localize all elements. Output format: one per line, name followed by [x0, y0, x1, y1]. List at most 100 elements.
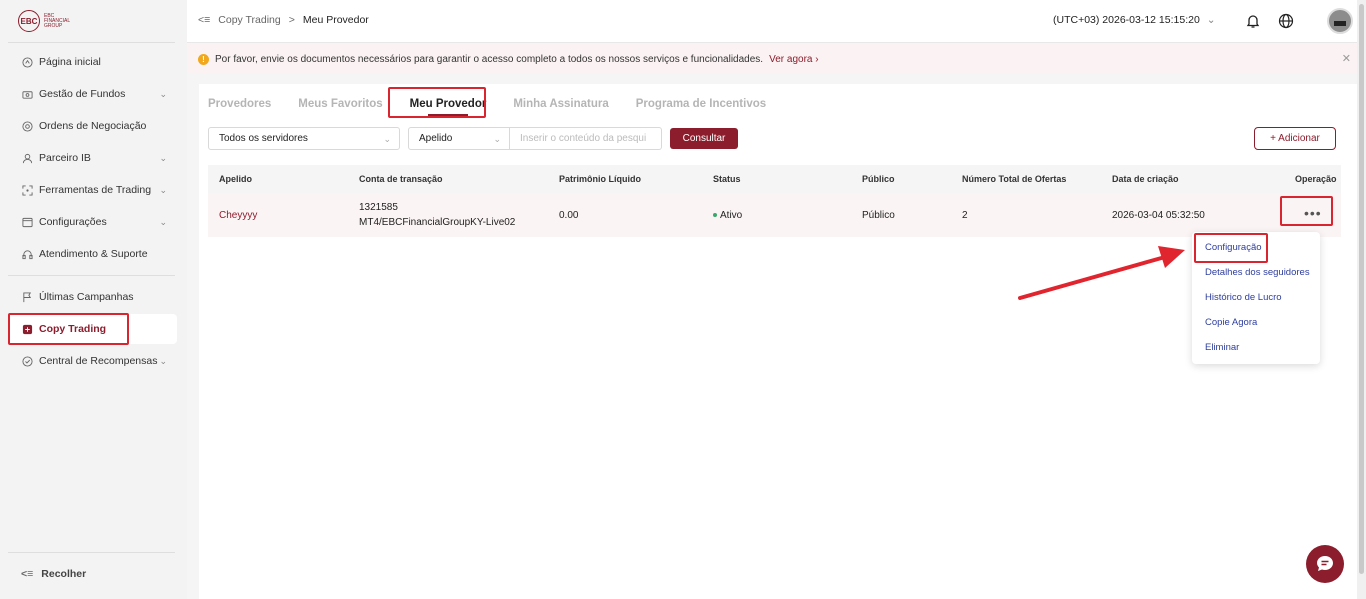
column-header: Público [862, 174, 895, 184]
sidebar-item-central-de-recompensas[interactable]: Central de Recompensas ⌄ [8, 346, 177, 376]
sidebar-item-parceiro-ib[interactable]: Parceiro IB ⌄ [8, 143, 177, 173]
server-select-value: Todos os servidores [219, 133, 308, 144]
column-header: Status [713, 174, 741, 184]
sidebar-item-ferramentas[interactable]: Ferramentas de Trading ⌄ [8, 175, 177, 205]
copy-trading-icon [21, 323, 33, 335]
add-button[interactable]: + Adicionar [1254, 127, 1336, 150]
wallet-icon [21, 88, 33, 100]
partner-icon [21, 152, 33, 164]
notice-banner: ! Por favor, envie os documentos necessá… [187, 44, 1357, 74]
sidebar-item-label: Parceiro IB [39, 152, 91, 164]
menu-item-configuracao[interactable]: Configuração [1205, 242, 1262, 253]
chevron-down-icon: ⌄ [383, 134, 391, 144]
chevron-down-icon: ⌄ [159, 356, 167, 366]
chat-button[interactable] [1306, 545, 1344, 583]
collapse-sidebar-button[interactable]: <≡ Recolher [8, 562, 177, 586]
close-icon[interactable]: ✕ [1342, 52, 1351, 65]
sidebar-item-configuracoes[interactable]: Configurações ⌄ [8, 207, 177, 237]
column-header: Número Total de Ofertas [962, 174, 1067, 184]
chevron-down-icon: ⌄ [159, 217, 167, 227]
chevron-down-icon: ⌄ [1206, 14, 1216, 26]
tab-meu-provedor[interactable]: Meu Provedor [410, 98, 486, 116]
scrollbar-thumb[interactable] [1359, 4, 1364, 574]
menu-item-copie-agora[interactable]: Copie Agora [1205, 317, 1257, 328]
top-header: <≡ Copy Trading > Meu Provedor (UTC+03) … [187, 0, 1366, 43]
flag-icon [21, 291, 33, 303]
menu-toggle-icon[interactable]: <≡ [198, 14, 210, 26]
table-row: Cheyyyy 1321585 MT4/EBCFinancialGroupKY-… [208, 193, 1341, 237]
notice-link[interactable]: Ver agora › [769, 54, 818, 65]
chat-icon [1317, 556, 1333, 571]
reward-icon [21, 355, 33, 367]
sidebar-item-label: Página inicial [39, 56, 101, 68]
cell-conta: 1321585 MT4/EBCFinancialGroupKY-Live02 [359, 193, 515, 237]
home-icon [21, 56, 33, 68]
bell-icon[interactable] [1243, 11, 1263, 31]
chevron-down-icon: ⌄ [159, 185, 167, 195]
tab-programa-de-incentivos[interactable]: Programa de Incentivos [636, 98, 766, 110]
orders-icon [21, 120, 33, 132]
status-dot [713, 213, 717, 217]
cell-patrimonio: 0.00 [559, 209, 579, 221]
logo-mark: EBC [18, 10, 40, 32]
tab-provedores[interactable]: Provedores [208, 98, 271, 110]
sidebar-item-copy-trading[interactable]: Copy Trading [8, 314, 177, 344]
tab-meus-favoritos[interactable]: Meus Favoritos [298, 98, 382, 110]
sidebar-item-gestao-de-fundos[interactable]: Gestão de Fundos ⌄ [8, 79, 177, 109]
chevron-down-icon: ⌄ [493, 134, 501, 144]
sidebar-item-label: Configurações [39, 216, 107, 228]
chevron-down-icon: ⌄ [159, 89, 167, 99]
sidebar-divider [8, 552, 175, 553]
sidebar: EBC EBC FINANCIAL GROUP Página inicial G… [0, 0, 187, 599]
chevron-down-icon: ⌄ [159, 153, 167, 163]
sidebar-divider [8, 275, 175, 276]
tab-minha-assinatura[interactable]: Minha Assinatura [513, 98, 608, 110]
field-select[interactable]: Apelido ⌄ [408, 127, 510, 150]
sidebar-item-ultimas-campanhas[interactable]: Últimas Campanhas [8, 282, 177, 312]
avatar[interactable] [1327, 8, 1353, 34]
sidebar-divider [8, 42, 175, 43]
column-header: Data de criação [1112, 174, 1179, 184]
search-input[interactable] [510, 127, 662, 150]
sidebar-item-ordens[interactable]: Ordens de Negociação [8, 111, 177, 141]
field-select-value: Apelido [419, 133, 453, 144]
collapse-label: Recolher [41, 568, 87, 580]
status-text: Ativo [720, 209, 743, 221]
menu-item-detalhes-seguidores[interactable]: Detalhes dos seguidores [1205, 267, 1310, 278]
sidebar-item-label: Gestão de Fundos [39, 88, 126, 100]
headset-icon [21, 248, 33, 260]
breadcrumb: <≡ Copy Trading > Meu Provedor [198, 14, 369, 26]
column-header: Conta de transação [359, 174, 443, 184]
timezone-selector[interactable]: (UTC+03) 2026-03-12 15:15:20 ⌄ [1053, 14, 1216, 26]
breadcrumb-link[interactable]: Copy Trading [218, 14, 280, 26]
brand-logo[interactable]: EBC EBC FINANCIAL GROUP [18, 10, 74, 32]
tab-bar: Provedores Meus Favoritos Meu Provedor M… [208, 98, 793, 116]
tools-icon [21, 184, 33, 196]
cell-publico: Público [862, 209, 895, 221]
settings-icon [21, 216, 33, 228]
menu-item-historico-lucro[interactable]: Histórico de Lucro [1205, 292, 1282, 303]
notice-text: Por favor, envie os documentos necessári… [215, 53, 764, 65]
sidebar-item-label: Últimas Campanhas [39, 291, 134, 303]
consultar-button[interactable]: Consultar [670, 128, 738, 149]
menu-item-eliminar[interactable]: Eliminar [1205, 342, 1239, 353]
notice-link-label: Ver agora [769, 53, 813, 65]
more-options-icon[interactable]: ••• [1304, 206, 1322, 220]
sidebar-item-label: Ferramentas de Trading [39, 184, 152, 196]
sidebar-item-label: Copy Trading [39, 323, 107, 335]
sidebar-item-atendimento[interactable]: Atendimento & Suporte [8, 239, 177, 269]
operation-menu: Configuração Detalhes dos seguidores His… [1192, 232, 1320, 364]
sidebar-item-label: Ordens de Negociação [39, 120, 147, 132]
breadcrumb-current: Meu Provedor [302, 14, 369, 26]
sidebar-item-pagina-inicial[interactable]: Página inicial [8, 47, 177, 77]
logo-text: EBC FINANCIAL GROUP [44, 12, 70, 29]
column-header: Patrimônio Líquido [559, 174, 641, 184]
globe-icon[interactable] [1276, 11, 1296, 31]
annotation-arrow [1018, 246, 1185, 300]
main-panel: Provedores Meus Favoritos Meu Provedor M… [199, 84, 1357, 599]
breadcrumb-separator-icon: > [288, 14, 295, 26]
warning-icon: ! [198, 53, 209, 65]
cell-apelido[interactable]: Cheyyyy [219, 193, 257, 237]
collapse-icon: <≡ [21, 568, 34, 580]
server-select[interactable]: Todos os servidores ⌄ [208, 127, 400, 150]
